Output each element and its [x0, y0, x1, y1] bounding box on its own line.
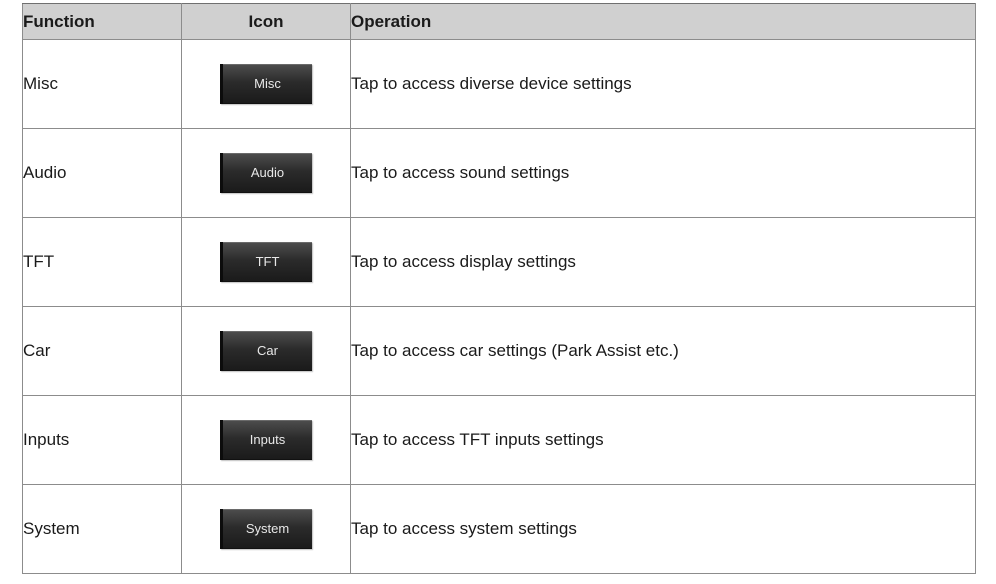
icon-cell: Misc	[181, 39, 351, 129]
operation-text: Tap to access system settings	[350, 484, 976, 574]
document-page: Function Icon Operation Misc Misc Tap to…	[0, 0, 996, 584]
function-name: Car	[22, 306, 182, 396]
icon-cell: TFT	[181, 217, 351, 307]
function-name: System	[22, 484, 182, 574]
table-row: System System Tap to access system setti…	[22, 484, 976, 574]
table-row: Audio Audio Tap to access sound settings	[22, 128, 976, 218]
function-name: Audio	[22, 128, 182, 218]
misc-button-icon: Misc	[220, 64, 312, 104]
function-name: Misc	[22, 39, 182, 129]
function-name: Inputs	[22, 395, 182, 485]
function-name: TFT	[22, 217, 182, 307]
table-row: Inputs Inputs Tap to access TFT inputs s…	[22, 395, 976, 485]
operation-text: Tap to access sound settings	[350, 128, 976, 218]
icon-cell: System	[181, 484, 351, 574]
settings-function-table: Function Icon Operation Misc Misc Tap to…	[22, 3, 976, 574]
operation-text: Tap to access car settings (Park Assist …	[350, 306, 976, 396]
header-operation: Operation	[350, 3, 976, 40]
table-row: Car Car Tap to access car settings (Park…	[22, 306, 976, 396]
table-header-row: Function Icon Operation	[22, 3, 976, 40]
inputs-button-icon: Inputs	[220, 420, 312, 460]
header-icon: Icon	[181, 3, 351, 40]
audio-button-icon: Audio	[220, 153, 312, 193]
icon-cell: Audio	[181, 128, 351, 218]
icon-cell: Inputs	[181, 395, 351, 485]
tft-button-icon: TFT	[220, 242, 312, 282]
system-button-icon: System	[220, 509, 312, 549]
car-button-icon: Car	[220, 331, 312, 371]
header-function: Function	[22, 3, 182, 40]
operation-text: Tap to access display settings	[350, 217, 976, 307]
operation-text: Tap to access TFT inputs settings	[350, 395, 976, 485]
operation-text: Tap to access diverse device settings	[350, 39, 976, 129]
table-row: Misc Misc Tap to access diverse device s…	[22, 39, 976, 129]
icon-cell: Car	[181, 306, 351, 396]
table-row: TFT TFT Tap to access display settings	[22, 217, 976, 307]
